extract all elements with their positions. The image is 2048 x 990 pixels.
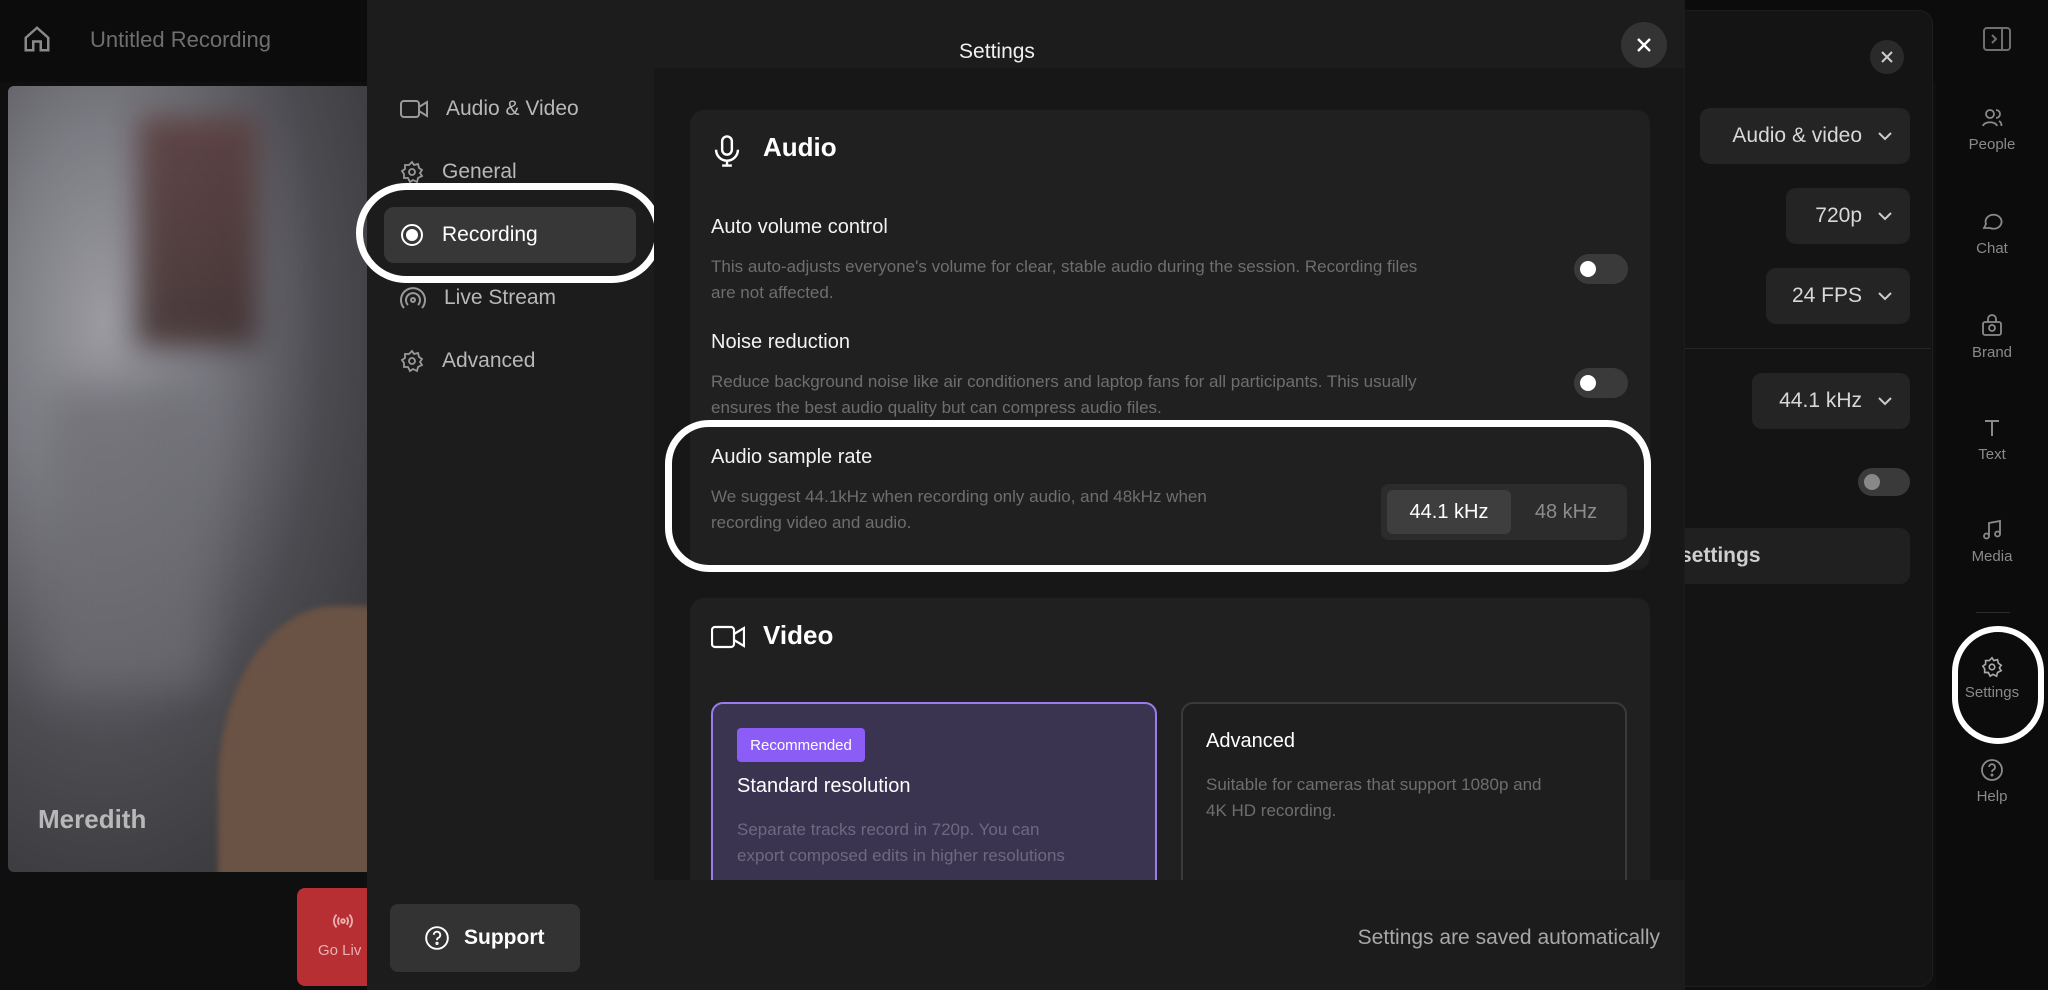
- standard-resolution-desc-1: Separate tracks record in 720p. You can: [737, 820, 1040, 839]
- rail-text[interactable]: Text: [1936, 416, 2048, 463]
- nav-label: Live Stream: [444, 286, 557, 309]
- standard-resolution-title: Standard resolution: [737, 775, 911, 797]
- rail-label: People: [1968, 136, 2016, 153]
- chevron-down-icon: [1878, 212, 1892, 221]
- help-icon: [1981, 759, 2003, 781]
- nav-advanced[interactable]: Advanced: [400, 336, 535, 386]
- close-icon: [1637, 38, 1651, 52]
- participant-video: [8, 86, 388, 872]
- gear-icon: [400, 349, 424, 373]
- rail-label: Chat: [1976, 240, 2008, 257]
- chat-icon: [1982, 213, 2003, 230]
- auto-volume-desc-2: are not affected.: [711, 283, 834, 302]
- chevron-down-icon: [1878, 132, 1892, 141]
- noise-reduction-toggle[interactable]: [1574, 368, 1628, 398]
- fps-select[interactable]: 24 FPS: [1766, 268, 1910, 324]
- rail-label: Help: [1976, 788, 2008, 805]
- layout-select[interactable]: Audio & video: [1700, 108, 1910, 164]
- sample-rate-highlight-ring: [665, 420, 1651, 572]
- video-section-title: Video: [763, 620, 834, 650]
- layout-select-value: Audio & video: [1732, 124, 1862, 147]
- panel-settings-button[interactable]: settings: [1670, 528, 1910, 584]
- resolution-select[interactable]: 720p: [1786, 188, 1910, 244]
- panel-divider: [1665, 348, 1931, 349]
- chevron-down-icon: [1878, 397, 1892, 406]
- text-icon: [1985, 420, 1999, 436]
- broadcast-icon: [333, 913, 353, 929]
- panel-settings-label: settings: [1680, 544, 1761, 567]
- resolution-select-value: 720p: [1815, 204, 1862, 227]
- nav-label: Advanced: [442, 349, 536, 372]
- sample-rate-select-value: 44.1 kHz: [1779, 389, 1862, 412]
- settings-highlight-ring: [1952, 626, 2044, 744]
- microphone-icon: [714, 135, 740, 167]
- advanced-resolution-desc-2: 4K HD recording.: [1206, 801, 1337, 820]
- rail-people[interactable]: People: [1936, 106, 2048, 153]
- fps-select-value: 24 FPS: [1791, 284, 1862, 307]
- sample-rate-select[interactable]: 44.1 kHz: [1752, 373, 1910, 429]
- modal-title: Settings: [959, 40, 1035, 63]
- recommended-badge: Recommended: [737, 728, 865, 762]
- close-icon: [1881, 51, 1893, 63]
- music-note-icon: [1983, 519, 2001, 540]
- nav-label: Audio & Video: [446, 97, 579, 120]
- noise-reduction-desc-2: ensures the best audio quality but can c…: [711, 398, 1162, 417]
- auto-volume-toggle[interactable]: [1574, 254, 1628, 284]
- noise-reduction-label: Noise reduction: [711, 331, 850, 353]
- brand-icon: [1982, 314, 2002, 336]
- home-icon[interactable]: [22, 24, 52, 54]
- go-live-label: Go Liv: [318, 942, 362, 959]
- collapse-panel-icon[interactable]: [1982, 26, 2012, 52]
- chevron-down-icon: [1878, 292, 1892, 301]
- participant-name: Meredith: [38, 804, 147, 834]
- people-icon: [1982, 109, 2003, 127]
- rail-label: Text: [1978, 446, 2006, 463]
- rail-media[interactable]: Media: [1936, 518, 2048, 565]
- recording-highlight-ring: [356, 183, 662, 283]
- rail-label: Brand: [1971, 344, 2013, 361]
- rail-help[interactable]: Help: [1936, 758, 2048, 805]
- nav-label: General: [442, 160, 517, 183]
- rail-brand[interactable]: Brand: [1936, 314, 2048, 361]
- nav-audio-video[interactable]: Audio & Video: [400, 84, 579, 134]
- video-camera-icon: [400, 100, 428, 118]
- advanced-resolution-title: Advanced: [1206, 730, 1295, 752]
- support-button[interactable]: Support: [390, 904, 580, 972]
- panel-close-button[interactable]: [1870, 40, 1904, 74]
- standard-resolution-desc-2: export composed edits in higher resoluti…: [737, 846, 1065, 865]
- auto-volume-label: Auto volume control: [711, 216, 888, 238]
- modal-close-button[interactable]: [1621, 22, 1667, 68]
- gear-icon: [400, 160, 424, 184]
- video-camera-icon: [711, 625, 745, 649]
- support-label: Support: [464, 926, 545, 949]
- autosave-note: Settings are saved automatically: [1357, 926, 1660, 949]
- audio-section-title: Audio: [763, 132, 837, 162]
- rail-chat[interactable]: Chat: [1936, 210, 2048, 257]
- help-icon: [425, 926, 449, 950]
- auto-volume-desc-1: This auto-adjusts everyone's volume for …: [711, 257, 1418, 276]
- recording-title[interactable]: Untitled Recording: [90, 27, 271, 53]
- advanced-resolution-desc-1: Suitable for cameras that support 1080p …: [1206, 775, 1542, 794]
- rail-divider: [1976, 612, 2010, 613]
- rail-label: Media: [1971, 548, 2013, 565]
- panel-toggle[interactable]: [1858, 468, 1910, 496]
- live-stream-icon: [400, 287, 426, 309]
- noise-reduction-desc-1: Reduce background noise like air conditi…: [711, 372, 1417, 391]
